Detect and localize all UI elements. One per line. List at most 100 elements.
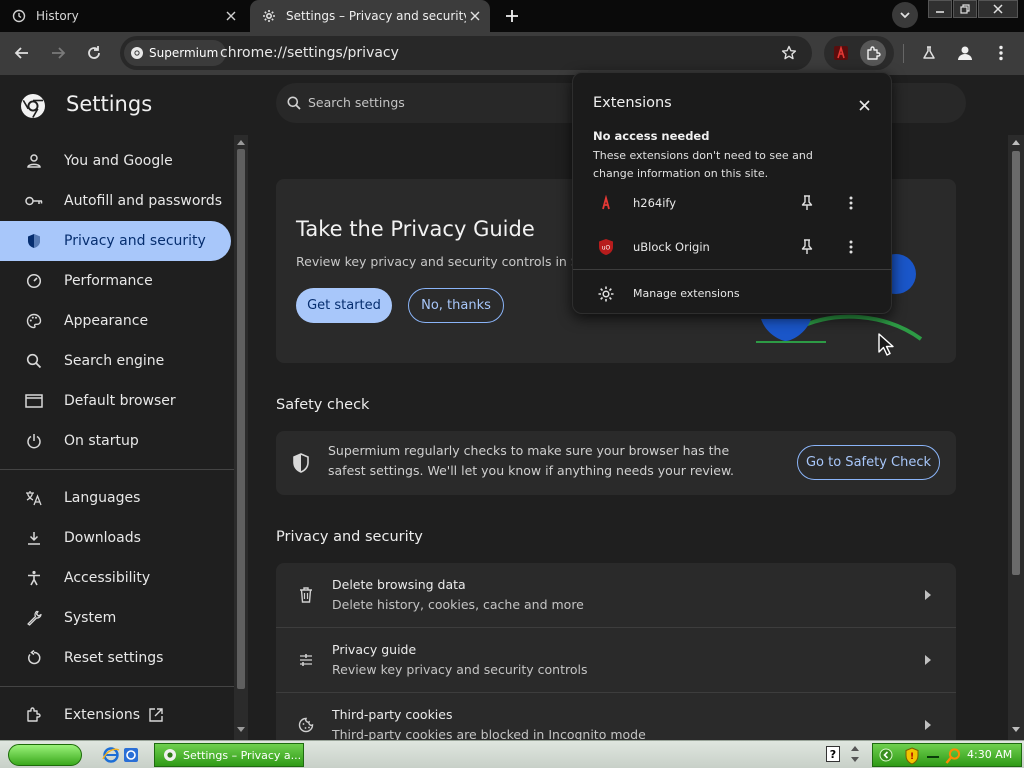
site-info-chip[interactable]: Supermium (124, 40, 227, 66)
help-icon[interactable]: ? (826, 746, 840, 762)
chevron-down-icon (899, 9, 911, 21)
sidebar-item-label: Extensions (64, 707, 141, 723)
extension-row-h264ify[interactable]: h264ify (573, 183, 893, 223)
minimize-button[interactable] (928, 0, 952, 18)
taskbar-item-settings[interactable]: Settings – Privacy a... (154, 743, 304, 767)
mouse-cursor-icon (878, 333, 894, 356)
h264ify-icon (834, 46, 848, 60)
delete-browsing-data-row[interactable]: Delete browsing data Delete history, coo… (276, 563, 956, 628)
access-description: These extensions don't need to see and c… (593, 149, 813, 180)
tab-search-button[interactable] (892, 2, 918, 28)
sidebar-item-languages[interactable]: Languages (0, 478, 231, 518)
labs-button[interactable] (916, 40, 942, 66)
chevron-left-icon[interactable] (879, 747, 893, 763)
sidebar-item-label: You and Google (64, 153, 173, 169)
internet-explorer-icon[interactable] (102, 746, 120, 764)
clock: 4:30 AM (967, 748, 1013, 761)
close-icon[interactable] (222, 7, 240, 25)
sidebar-item-performance[interactable]: Performance (0, 261, 231, 301)
search-tray-icon[interactable] (945, 747, 961, 765)
main-scrollbar-thumb[interactable] (1012, 151, 1020, 575)
security-shield-icon[interactable]: ! (905, 747, 919, 765)
sidebar-item-accessibility[interactable]: Accessibility (0, 558, 231, 598)
sidebar-item-label: Search engine (64, 353, 165, 369)
sidebar-item-autofill[interactable]: Autofill and passwords (0, 181, 231, 221)
privacy-guide-row[interactable]: Privacy guide Review key privacy and sec… (276, 628, 956, 693)
sidebar-item-default-browser[interactable]: Default browser (0, 381, 231, 421)
restore-button[interactable] (953, 0, 977, 18)
start-button[interactable] (8, 744, 82, 766)
sidebar-item-reset-settings[interactable]: Reset settings (0, 638, 231, 678)
tab-history[interactable]: History (12, 0, 246, 32)
sidebar-divider (0, 469, 234, 470)
ublock-origin-icon: uO (597, 238, 615, 256)
sidebar-item-appearance[interactable]: Appearance (0, 301, 231, 341)
reload-icon (86, 45, 102, 61)
sidebar-item-label: On startup (64, 433, 139, 449)
toolbar-divider (903, 44, 904, 63)
network-icon[interactable] (927, 754, 939, 760)
extensions-menu-button[interactable] (860, 40, 886, 66)
extension-row-ublock-origin[interactable]: uO uBlock Origin (573, 227, 893, 267)
h264ify-extension-button[interactable] (828, 40, 854, 66)
bookmark-button[interactable] (776, 40, 802, 66)
more-vertical-icon[interactable] (841, 237, 861, 257)
manage-extensions-button[interactable]: Manage extensions (573, 278, 891, 310)
extensions-popup: Extensions No access needed These extens… (572, 72, 892, 314)
sidebar-item-downloads[interactable]: Downloads (0, 518, 231, 558)
sidebar-item-label: System (64, 610, 117, 626)
address-bar[interactable]: Supermium chrome://settings/privacy (120, 36, 812, 70)
tab-title: History (36, 9, 79, 23)
no-thanks-button[interactable]: No, thanks (408, 288, 504, 323)
sidebar-scrollbar-thumb[interactable] (237, 149, 245, 689)
reload-button[interactable] (81, 40, 107, 66)
os-taskbar: Settings – Privacy a... ? ! 4:30 AM (0, 740, 1024, 768)
extension-name: uBlock Origin (633, 240, 710, 254)
person-icon (24, 151, 44, 171)
pin-icon[interactable] (797, 193, 817, 213)
sidebar-item-extensions[interactable]: Extensions (0, 695, 231, 735)
close-icon[interactable] (466, 7, 484, 25)
h264ify-icon (597, 194, 615, 212)
flask-icon (921, 45, 937, 61)
svg-text:!: ! (910, 752, 914, 762)
taskbar-scroll-arrows-icon[interactable] (851, 744, 859, 764)
tab-settings[interactable]: Settings – Privacy and security (250, 0, 490, 32)
sidebar-item-search-engine[interactable]: Search engine (0, 341, 231, 381)
forward-button[interactable] (45, 40, 71, 66)
browser-quicklaunch-icon[interactable] (123, 746, 139, 764)
sidebar-item-system[interactable]: System (0, 598, 231, 638)
popup-divider (573, 269, 891, 270)
close-icon[interactable] (854, 95, 874, 115)
shield-icon (24, 231, 44, 251)
sidebar-item-label: Privacy and security (64, 233, 206, 249)
main-scrollbar[interactable] (1008, 135, 1024, 740)
profile-button[interactable] (952, 40, 978, 66)
browser-menu-button[interactable] (988, 40, 1014, 66)
sidebar-item-label: Reset settings (64, 650, 164, 666)
go-to-safety-check-button[interactable]: Go to Safety Check (797, 445, 940, 480)
privacy-guide-title: Take the Privacy Guide (296, 217, 535, 241)
reset-icon (24, 648, 44, 668)
get-started-button[interactable]: Get started (296, 288, 392, 323)
sidebar-item-you-and-google[interactable]: You and Google (0, 141, 231, 181)
sidebar-item-on-startup[interactable]: On startup (0, 421, 231, 461)
pin-icon[interactable] (797, 237, 817, 257)
sidebar-item-label: Accessibility (64, 570, 151, 586)
back-button[interactable] (9, 40, 35, 66)
row-subtitle: Third-party cookies are blocked in Incog… (332, 727, 646, 740)
arrow-right-icon (50, 45, 66, 61)
sidebar-item-label: Performance (64, 273, 153, 289)
new-tab-button[interactable] (500, 4, 524, 28)
third-party-cookies-row[interactable]: Third-party cookies Third-party cookies … (276, 693, 956, 740)
sidebar-divider (0, 686, 234, 687)
svg-text:uO: uO (602, 245, 611, 252)
more-vertical-icon[interactable] (841, 193, 861, 213)
sidebar-scrollbar[interactable] (234, 135, 248, 740)
sidebar-item-privacy[interactable]: Privacy and security (0, 221, 231, 261)
tab-strip: History Settings – Privacy and security (0, 0, 1024, 32)
puzzle-icon (24, 705, 44, 725)
toolbar: Supermium chrome://settings/privacy (0, 32, 1024, 75)
close-window-button[interactable] (978, 0, 1018, 18)
supermium-logo-icon (130, 46, 144, 60)
